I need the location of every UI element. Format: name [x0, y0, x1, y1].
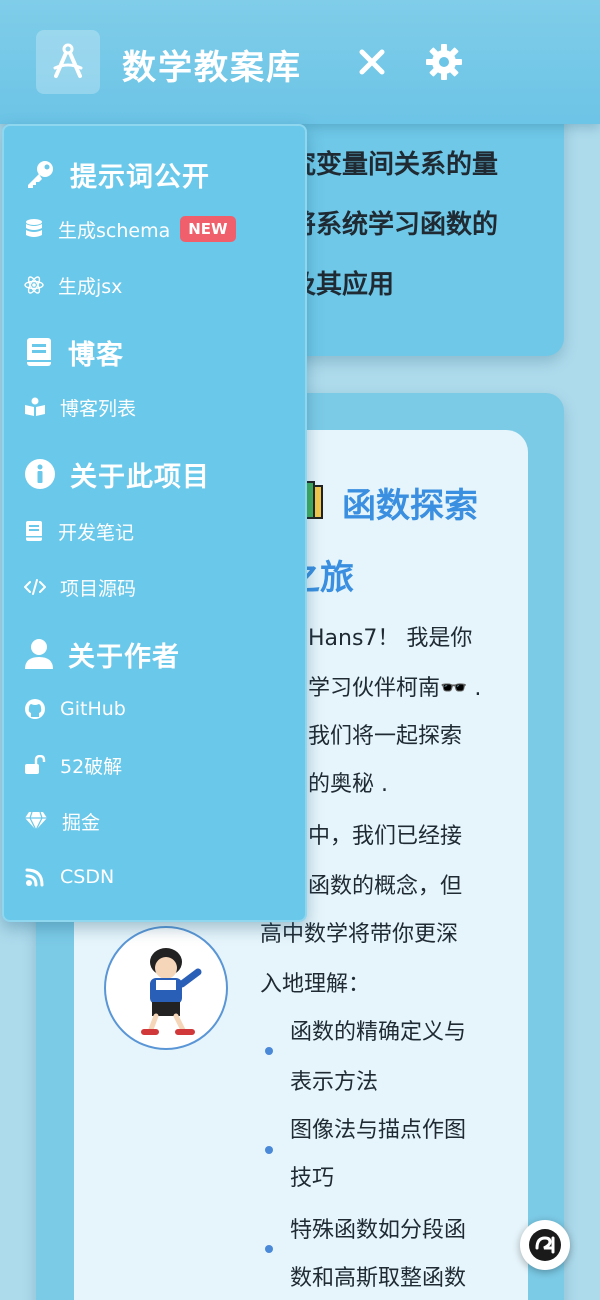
user-icon: [24, 638, 54, 670]
menu-item-label: 掘金: [62, 811, 101, 834]
github-icon: [24, 698, 46, 720]
react-atom-icon: [24, 275, 44, 295]
intro-line: 将系统学习函数的: [290, 210, 499, 240]
paragraph-line: 学习伙伴柯南🕶️ .: [308, 676, 482, 701]
list-item: 数和高斯取整函数: [290, 1266, 467, 1291]
intro-line: 及其应用: [290, 270, 395, 300]
menu-section-prompts: 提示词公开: [24, 154, 210, 194]
scroll-top-button[interactable]: [520, 1220, 570, 1270]
list-item: 函数的精确定义与: [290, 1020, 467, 1045]
paragraph-line: 入地理解：: [260, 972, 371, 997]
menu-item-52pojie[interactable]: 52破解: [24, 748, 122, 782]
code-icon: [24, 578, 46, 596]
menu-item-label: GitHub: [60, 698, 126, 720]
avatar: [104, 926, 228, 1050]
menu-section-label: 提示词公开: [70, 161, 210, 193]
paragraph-line: Hans7！ 我是你: [308, 626, 473, 651]
menu-item-label: CSDN: [60, 866, 115, 888]
paragraph-line: 我们将一起探索: [308, 724, 463, 749]
close-menu-button[interactable]: [352, 38, 392, 86]
menu-section-about-project: 关于此项目: [24, 454, 210, 494]
settings-button[interactable]: [422, 40, 466, 84]
compass-a-icon: [48, 42, 88, 82]
menu-item-generate-jsx[interactable]: 生成jsx: [24, 268, 122, 302]
database-icon: [24, 218, 44, 240]
book-icon: [24, 336, 54, 368]
list-item: 图像法与描点作图: [290, 1118, 467, 1143]
menu-item-dev-notes[interactable]: 开发笔记: [24, 514, 134, 548]
app-title: 数学教案库: [122, 48, 302, 88]
scroll-indicator-icon: [528, 1228, 562, 1262]
list-bullet: [265, 1047, 273, 1055]
menu-section-label: 关于作者: [68, 641, 180, 673]
menu-section-label: 关于此项目: [70, 461, 210, 493]
menu-item-csdn[interactable]: CSDN: [24, 860, 114, 894]
menu-item-blog-list[interactable]: 博客列表: [24, 390, 136, 424]
menu-item-label: 项目源码: [60, 577, 137, 600]
notebook-icon: [24, 520, 44, 542]
menu-item-label: 开发笔记: [58, 521, 135, 544]
menu-section-label: 博客: [68, 339, 124, 371]
paragraph-line: 中，我们已经接: [308, 824, 463, 849]
gem-icon: [24, 811, 48, 831]
menu-item-source-code[interactable]: 项目源码: [24, 570, 136, 604]
key-icon: [24, 158, 56, 190]
unlock-icon: [24, 755, 46, 775]
menu-item-label: 生成schema: [58, 219, 171, 242]
app-header: 数学教案库: [0, 0, 600, 124]
menu-item-label: 博客列表: [60, 397, 137, 420]
menu-section-about-author: 关于作者: [24, 634, 180, 674]
list-bullet: [265, 1146, 273, 1154]
nav-dropdown-menu: 提示词公开 生成schema NEW 生成jsx 博客 博客列表 关于此项目 开…: [2, 124, 307, 922]
intro-line: 究变量间关系的量: [290, 150, 499, 180]
gear-icon: [424, 42, 464, 82]
close-icon: [358, 48, 386, 76]
list-item: 表示方法: [290, 1070, 379, 1095]
list-item: 特殊函数如分段函: [290, 1218, 467, 1243]
menu-item-juejin[interactable]: 掘金: [24, 804, 100, 838]
logo-button[interactable]: [36, 30, 100, 94]
menu-item-label: 生成jsx: [58, 275, 123, 298]
reader-icon: [24, 397, 46, 417]
list-bullet: [265, 1245, 273, 1253]
new-badge: NEW: [180, 216, 236, 242]
article-title: 函数探索: [342, 486, 478, 526]
paragraph-line: 的奥秘 .: [308, 772, 388, 797]
list-item: 技巧: [290, 1166, 335, 1191]
info-icon: [24, 458, 56, 490]
menu-item-generate-schema[interactable]: 生成schema NEW: [24, 212, 236, 246]
menu-item-label: 52破解: [60, 755, 123, 778]
menu-section-blog: 博客: [24, 332, 124, 372]
paragraph-line: 函数的概念，但: [308, 874, 463, 899]
csdn-icon: [24, 866, 46, 888]
menu-item-github[interactable]: GitHub: [24, 692, 126, 726]
